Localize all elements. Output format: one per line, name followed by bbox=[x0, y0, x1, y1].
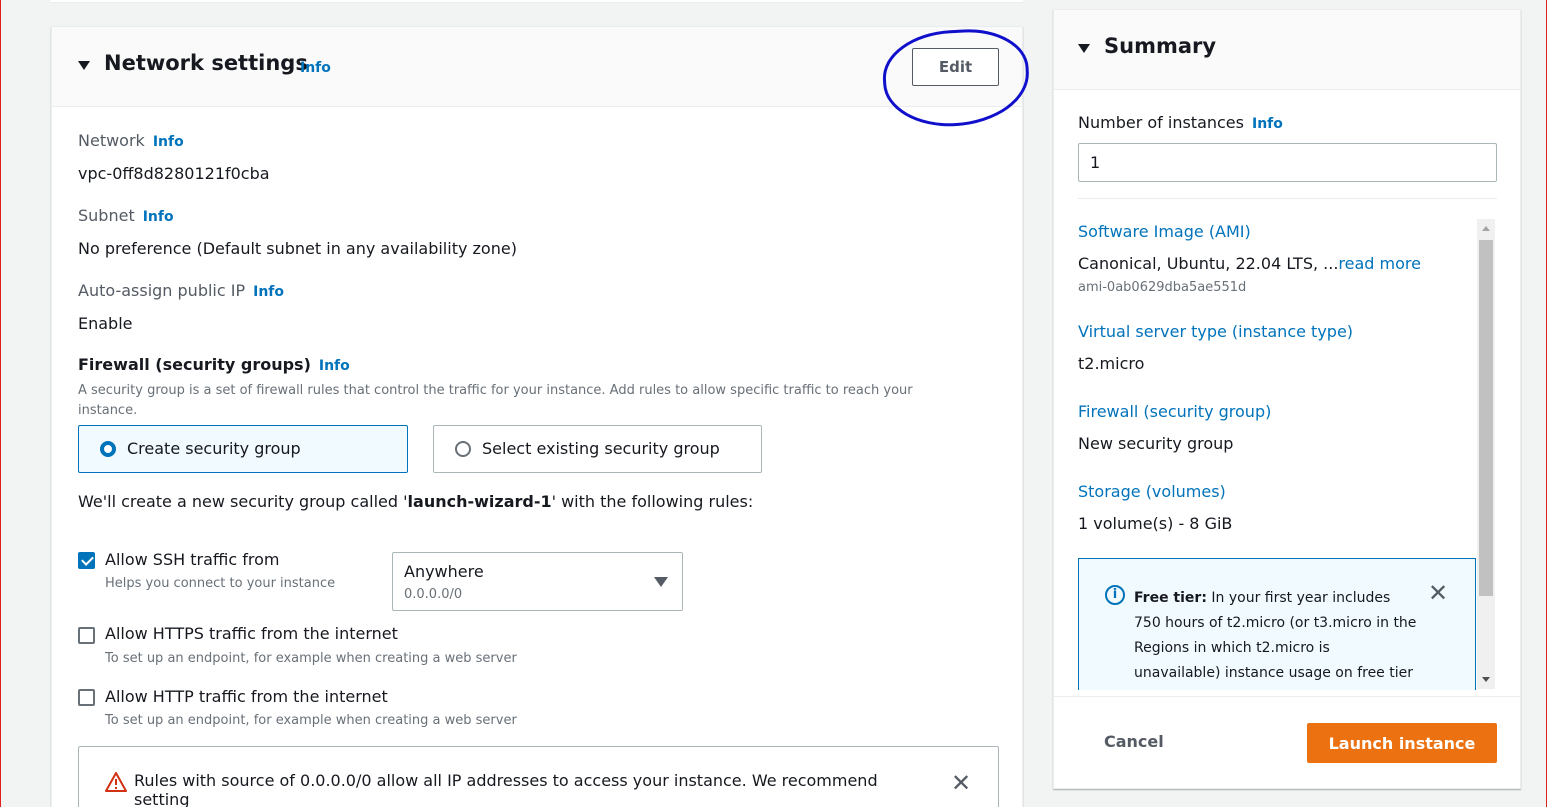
http-label: Allow HTTP traffic from the internet bbox=[105, 687, 388, 706]
ami-link[interactable]: Software Image (AMI) bbox=[1078, 222, 1251, 241]
summary-scrollbar[interactable] bbox=[1477, 219, 1495, 689]
security-group-name: launch-wizard-1 bbox=[407, 492, 552, 511]
launch-instance-button[interactable]: Launch instance bbox=[1307, 723, 1497, 763]
caret-down-icon bbox=[654, 577, 668, 587]
select-existing-security-group-label: Select existing security group bbox=[482, 439, 720, 458]
divider bbox=[1078, 198, 1497, 199]
network-settings-header[interactable]: Network settings Info Edit bbox=[52, 27, 1022, 107]
firewall-info-link[interactable]: Info bbox=[319, 358, 350, 374]
http-description: To set up an endpoint, for example when … bbox=[105, 713, 517, 728]
instances-info-link[interactable]: Info bbox=[1252, 116, 1283, 132]
public-ip-label: Auto-assign public IP Info bbox=[78, 281, 285, 300]
rule-note: We'll create a new security group called… bbox=[78, 492, 754, 511]
instance-type-value: t2.micro bbox=[1078, 354, 1145, 373]
caret-down-icon[interactable] bbox=[78, 61, 90, 70]
https-description: To set up an endpoint, for example when … bbox=[105, 651, 517, 666]
top-strip bbox=[51, 0, 1023, 3]
ami-value: Canonical, Ubuntu, 22.04 LTS, ...read mo… bbox=[1078, 254, 1421, 273]
firewall-title: Firewall (security groups) Info bbox=[78, 355, 350, 374]
public-ip-info-link[interactable]: Info bbox=[253, 284, 284, 300]
radio-unselected-icon[interactable] bbox=[455, 441, 471, 457]
create-security-group-label: Create security group bbox=[127, 439, 301, 458]
network-settings-title: Network settings bbox=[104, 51, 308, 75]
scroll-down-icon[interactable] bbox=[1482, 677, 1490, 682]
network-info-link[interactable]: Info bbox=[153, 134, 184, 150]
network-value: vpc-0ff8d8280121f0cba bbox=[78, 164, 270, 183]
warning-text: Rules with source of 0.0.0.0/0 allow all… bbox=[134, 771, 878, 807]
ssh-description: Helps you connect to your instance bbox=[105, 576, 336, 591]
scroll-up-icon[interactable] bbox=[1482, 226, 1490, 231]
network-settings-info-link[interactable]: Info bbox=[300, 60, 331, 76]
info-icon: i bbox=[1105, 585, 1125, 605]
subnet-value: No preference (Default subnet in any ava… bbox=[78, 239, 517, 258]
ssh-source-value: Anywhere bbox=[404, 562, 484, 581]
public-ip-value: Enable bbox=[78, 314, 133, 333]
close-icon[interactable]: ✕ bbox=[1428, 581, 1448, 605]
subnet-info-link[interactable]: Info bbox=[143, 209, 174, 225]
http-checkbox[interactable] bbox=[78, 689, 95, 706]
storage-link[interactable]: Storage (volumes) bbox=[1078, 482, 1226, 501]
summary-title: Summary bbox=[1104, 34, 1217, 58]
ssh-checkbox[interactable] bbox=[78, 552, 95, 569]
select-existing-security-group-option[interactable]: Select existing security group bbox=[433, 425, 762, 473]
open-access-warning: Rules with source of 0.0.0.0/0 allow all… bbox=[78, 746, 999, 807]
network-settings-panel: Network settings Info Edit Network Info v… bbox=[51, 26, 1023, 807]
ssh-label: Allow SSH traffic from bbox=[105, 550, 280, 569]
cancel-button[interactable]: Cancel bbox=[1104, 732, 1164, 751]
summary-footer-divider bbox=[1054, 696, 1520, 697]
free-tier-text: Free tier: In your first year includes 7… bbox=[1134, 590, 1417, 681]
caret-down-icon[interactable] bbox=[1078, 44, 1090, 53]
instance-type-link[interactable]: Virtual server type (instance type) bbox=[1078, 322, 1353, 341]
instances-label: Number of instances Info bbox=[1078, 113, 1283, 132]
scroll-thumb[interactable] bbox=[1479, 240, 1493, 596]
close-icon[interactable]: ✕ bbox=[951, 771, 971, 795]
warning-icon bbox=[105, 772, 127, 792]
storage-value: 1 volume(s) - 8 GiB bbox=[1078, 514, 1233, 533]
firewall-value: New security group bbox=[1078, 434, 1234, 453]
ssh-source-select[interactable]: Anywhere 0.0.0.0/0 bbox=[392, 552, 683, 611]
radio-selected-icon[interactable] bbox=[100, 441, 116, 457]
ami-id: ami-0ab0629dba5ae551d bbox=[1078, 280, 1247, 295]
subnet-label: Subnet Info bbox=[78, 206, 174, 225]
summary-header[interactable]: Summary bbox=[1054, 10, 1520, 90]
network-label: Network Info bbox=[78, 131, 184, 150]
https-label: Allow HTTPS traffic from the internet bbox=[105, 624, 398, 643]
https-checkbox[interactable] bbox=[78, 627, 95, 644]
firewall-description: A security group is a set of firewall ru… bbox=[78, 383, 913, 418]
firewall-link[interactable]: Firewall (security group) bbox=[1078, 402, 1271, 421]
summary-panel: Summary Number of instancesInfo Software… bbox=[1053, 9, 1521, 789]
create-security-group-option[interactable]: Create security group bbox=[78, 425, 408, 473]
instances-input[interactable] bbox=[1078, 143, 1497, 182]
ssh-source-cidr: 0.0.0.0/0 bbox=[404, 587, 463, 602]
free-tier-alert: i Free tier: In your first year includes… bbox=[1078, 558, 1476, 690]
read-more-link[interactable]: read more bbox=[1338, 254, 1421, 273]
